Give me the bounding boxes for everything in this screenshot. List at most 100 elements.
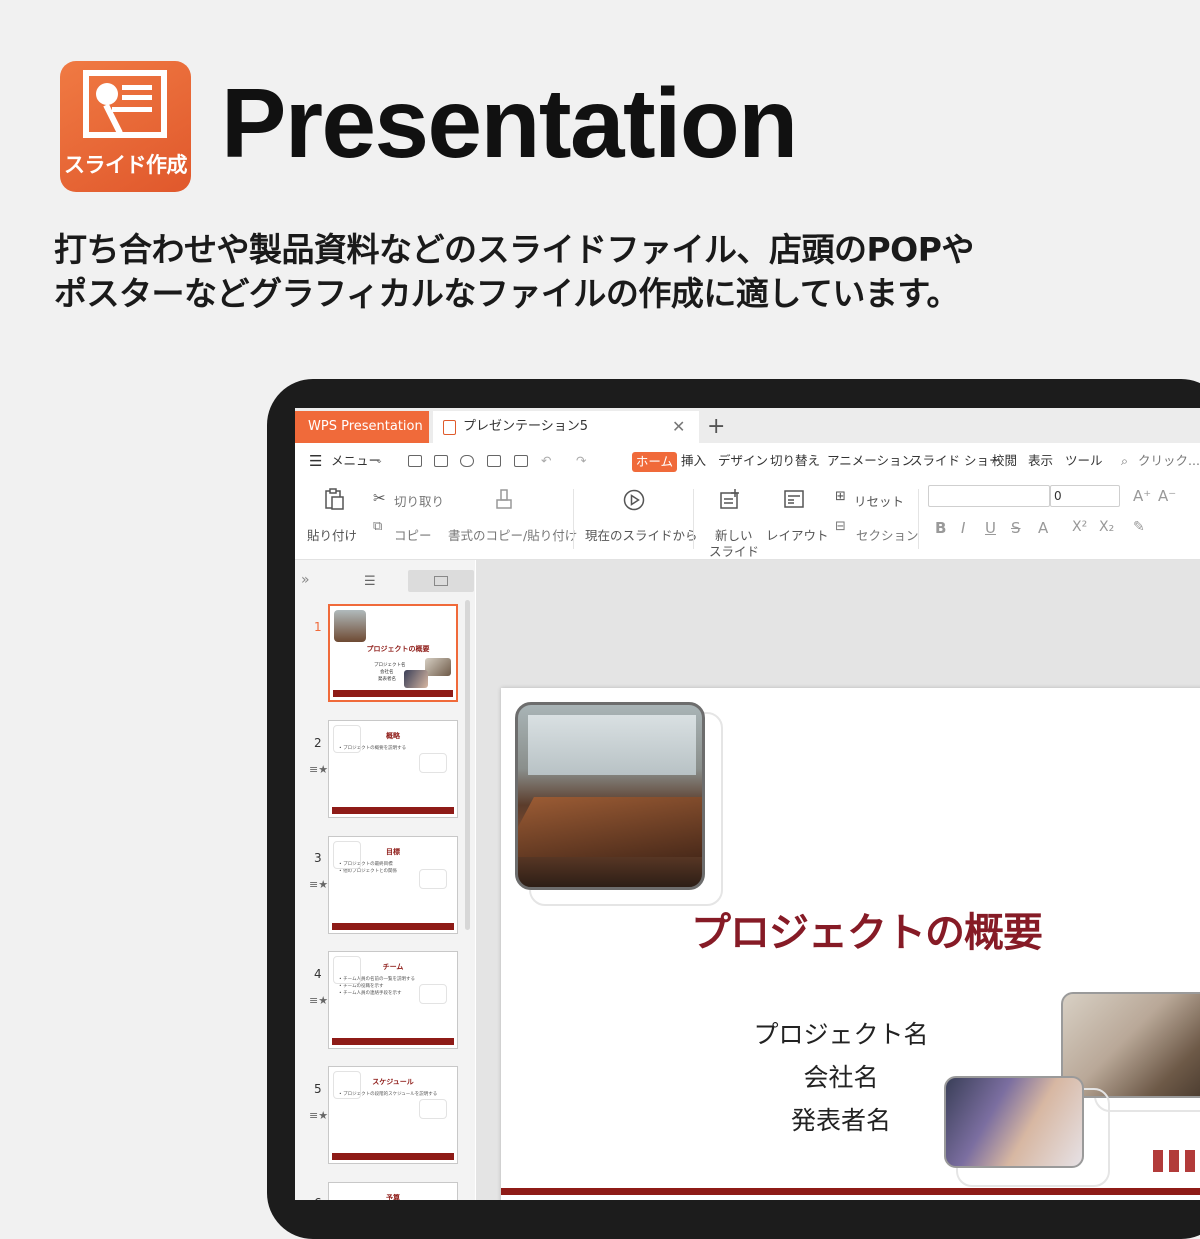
increase-font-icon[interactable]: A⁺: [1133, 487, 1151, 505]
animation-star-icon: ≡★: [309, 763, 329, 776]
slide-thumbnail-4[interactable]: チーム • チーム人員の名前の一覧を説明する • チームの役職を示す • チーム…: [328, 951, 458, 1049]
section-icon[interactable]: ⊟: [835, 519, 846, 534]
new-slide-icon[interactable]: [719, 488, 741, 510]
copy-icon[interactable]: ⧉: [373, 519, 382, 534]
tab-slideshow[interactable]: スライド ショー: [910, 443, 1001, 479]
app-window: WPS Presentation プレゼンテーション5 ✕ + ☰ メニュー ⌄…: [295, 408, 1200, 1200]
slide-thumbnail-6[interactable]: 予算: [328, 1182, 458, 1200]
tab-document[interactable]: プレゼンテーション5 ✕: [433, 411, 699, 443]
close-icon[interactable]: ✕: [672, 411, 685, 443]
print-preview-icon[interactable]: [514, 455, 528, 467]
expand-panel-icon[interactable]: »: [301, 572, 310, 588]
slide-decoration: [1153, 1150, 1163, 1172]
tab-design[interactable]: デザイン: [718, 443, 768, 479]
redo-icon[interactable]: ↷: [576, 443, 586, 479]
layout-icon[interactable]: [783, 488, 805, 510]
thumb-placeholder: [333, 841, 361, 869]
italic-icon[interactable]: I: [961, 519, 965, 537]
tab-insert[interactable]: 挿入: [681, 443, 706, 479]
copy-button[interactable]: コピー: [394, 525, 432, 544]
format-painter-button[interactable]: 書式のコピー/貼り付け: [448, 525, 577, 544]
subtitle-line: 発表者名: [790, 1106, 891, 1135]
superscript-icon[interactable]: X²: [1072, 519, 1087, 535]
animation-star-icon: ≡★: [309, 1109, 329, 1122]
slide-thumbnail-5[interactable]: スケジュール • プロジェクトの段階的スケジュールを説明する: [328, 1066, 458, 1164]
paste-icon[interactable]: [323, 488, 345, 510]
slide-title[interactable]: プロジェクトの概要: [691, 900, 1043, 958]
current-slide[interactable]: プロジェクトの概要 プロジェクト名 会社名 発表者名: [501, 688, 1200, 1200]
chevron-down-icon[interactable]: ⌄: [375, 443, 383, 479]
highlight-icon[interactable]: ✎: [1133, 519, 1145, 535]
thumb-bottom-bar: [332, 1153, 454, 1160]
thumb-title: 予算: [386, 1194, 400, 1200]
scissors-icon[interactable]: ✂: [373, 489, 386, 507]
subscript-icon[interactable]: X₂: [1099, 519, 1114, 535]
export-icon[interactable]: [460, 455, 474, 467]
new-slide-button-line2[interactable]: スライド: [709, 541, 759, 560]
from-current-slide-button[interactable]: 現在のスライドから: [585, 525, 698, 544]
thumbnail-view-tab[interactable]: [408, 570, 474, 592]
slide-view-icon: [434, 576, 448, 586]
tab-view[interactable]: 表示: [1028, 443, 1053, 479]
layout-button[interactable]: レイアウト: [766, 525, 829, 544]
search-field[interactable]: クリック...: [1138, 443, 1200, 479]
strikethrough-icon[interactable]: S: [1011, 519, 1021, 537]
animation-star-icon: ≡★: [309, 994, 329, 1007]
thumb-bottom-bar: [332, 807, 454, 814]
tab-animation[interactable]: アニメーション: [827, 443, 914, 479]
slide-thumbnail-2[interactable]: 概略 • プロジェクトの概要を説明する: [328, 720, 458, 818]
thumb-placeholder: [333, 1071, 361, 1099]
tab-transitions[interactable]: 切り替え: [770, 443, 820, 479]
outline-view-icon[interactable]: ☰: [364, 574, 376, 589]
bold-icon[interactable]: B: [935, 519, 946, 537]
panel-scrollbar[interactable]: [465, 600, 470, 930]
thumb-photo: [404, 670, 428, 688]
play-icon[interactable]: [623, 489, 645, 511]
tab-home[interactable]: ホーム: [632, 452, 677, 472]
slide-photo-boardroom[interactable]: [515, 702, 705, 890]
reset-icon[interactable]: ⊞: [835, 489, 846, 504]
thumb-line: プロジェクト名: [374, 663, 406, 668]
font-name-input[interactable]: [928, 485, 1050, 507]
decrease-font-icon[interactable]: A⁻: [1158, 487, 1176, 505]
tab-wps-presentation[interactable]: WPS Presentation: [295, 411, 429, 443]
thumb-bottom-bar: [333, 690, 453, 697]
add-tab-icon[interactable]: +: [707, 411, 725, 443]
section-button[interactable]: セクション: [856, 525, 919, 544]
thumb-placeholder: [419, 984, 447, 1004]
thumb-photo: [425, 658, 451, 676]
hamburger-icon[interactable]: ☰: [309, 443, 322, 479]
thumb-placeholder: [333, 956, 361, 984]
reset-button[interactable]: リセット: [854, 491, 904, 510]
underline-icon[interactable]: U: [985, 519, 996, 537]
save-icon[interactable]: [434, 455, 448, 467]
format-painter-icon[interactable]: [494, 488, 516, 510]
open-folder-icon[interactable]: [408, 455, 422, 467]
font-size-input[interactable]: 0: [1050, 485, 1120, 507]
undo-icon[interactable]: ↶: [541, 443, 551, 479]
slide-decoration: [1185, 1150, 1195, 1172]
description-line: ポスターなどグラフィカルなファイルの作成に適しています。: [54, 274, 960, 313]
slide-subtitle[interactable]: プロジェクト名 会社名 発表者名: [741, 1013, 941, 1142]
slide-number: 5: [314, 1082, 322, 1096]
tab-review[interactable]: 校閲: [992, 443, 1017, 479]
slide-number: 1: [314, 620, 322, 634]
tab-tools[interactable]: ツール: [1065, 443, 1103, 479]
cut-button[interactable]: 切り取り: [394, 491, 444, 510]
font-color-icon[interactable]: A: [1038, 519, 1048, 537]
slide-thumbnail-panel: » ☰ 1 プロジェクトの概要 プロジェクト名 会社名 発表者名 2 ≡★ 概略…: [295, 560, 475, 1200]
thumb-placeholder: [419, 1099, 447, 1119]
menu-button[interactable]: メニュー: [331, 443, 381, 479]
ribbon-toolbar: 貼り付け ✂ 切り取り ⧉ コピー 書式のコピー/貼り付け 現在のスライドから …: [295, 479, 1200, 560]
search-icon[interactable]: ⌕: [1121, 443, 1128, 479]
thumb-line: 会社名: [380, 670, 394, 675]
slide-thumbnail-3[interactable]: 目標 • プロジェクトの最終目標 • 他のプロジェクトとの関係: [328, 836, 458, 934]
print-icon[interactable]: [487, 455, 501, 467]
app-icon: スライド作成: [60, 61, 191, 192]
paste-button[interactable]: 貼り付け: [307, 525, 357, 544]
slide-thumbnail-1[interactable]: プロジェクトの概要 プロジェクト名 会社名 発表者名: [328, 604, 458, 702]
thumb-bottom-bar: [332, 1038, 454, 1045]
slide-photo-pen[interactable]: [944, 1076, 1084, 1168]
slide-bottom-bar: [501, 1188, 1200, 1195]
page-description: 打ち合わせや製品資料などのスライドファイル、店頭のPOPや ポスターなどグラフィ…: [54, 228, 1174, 316]
